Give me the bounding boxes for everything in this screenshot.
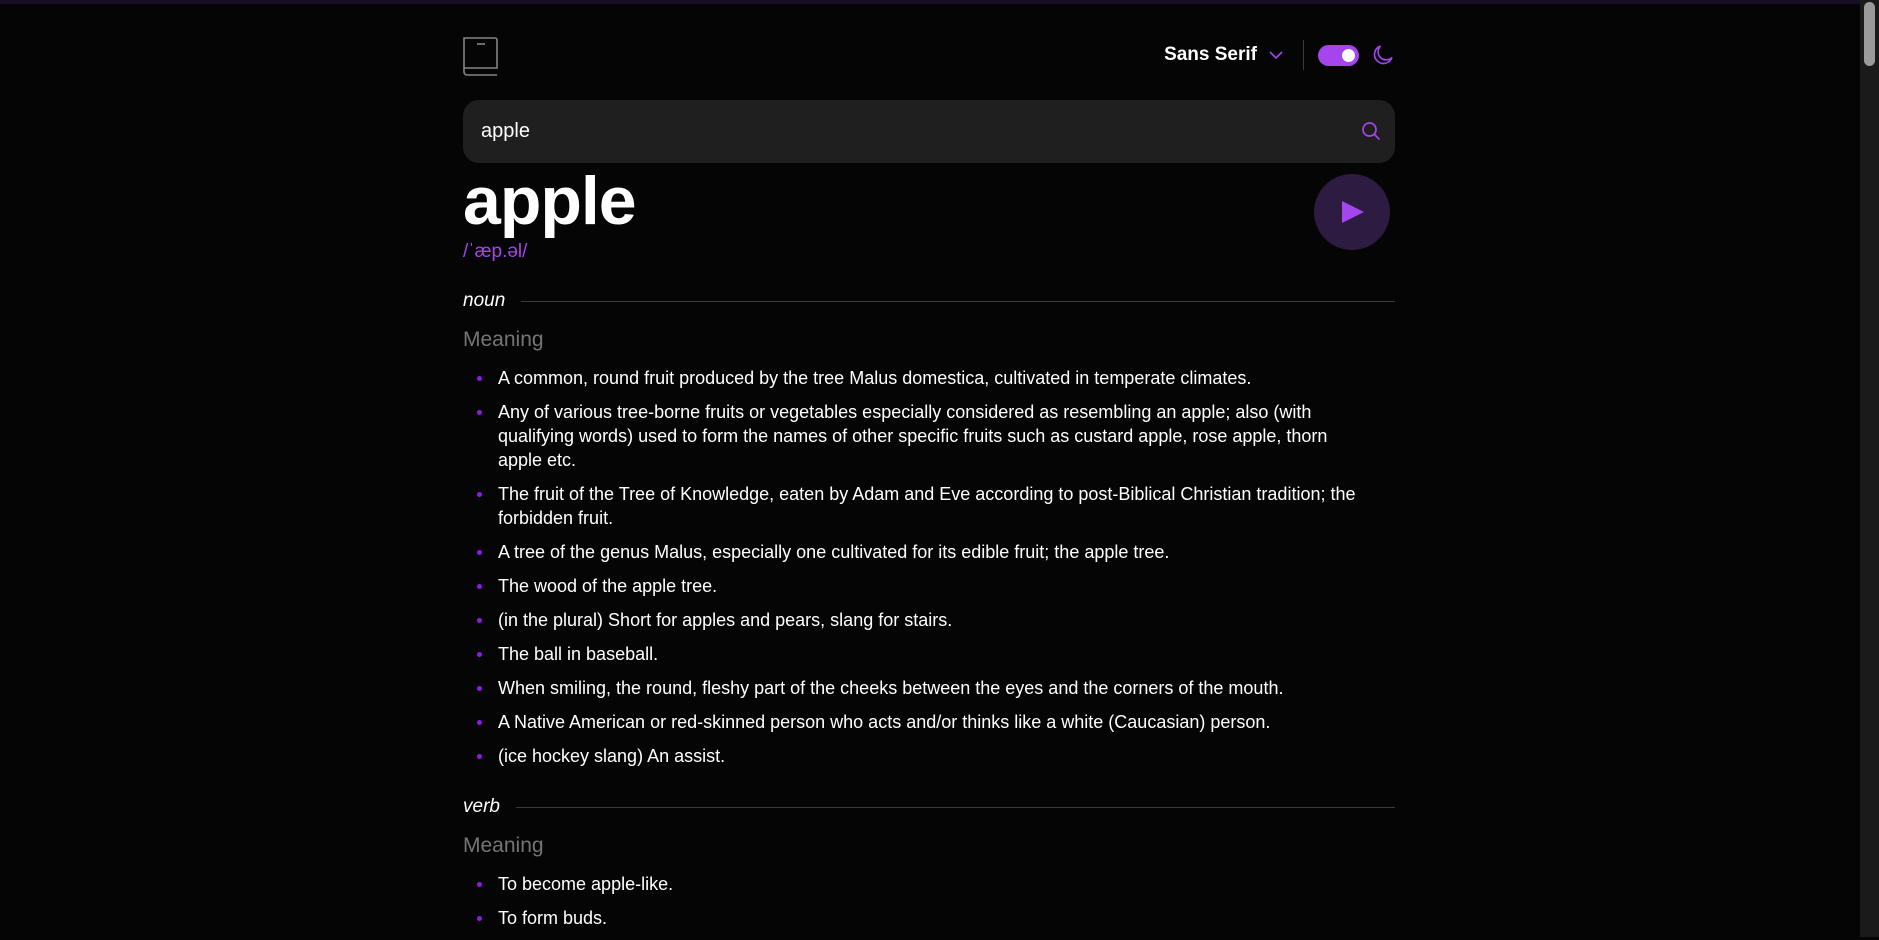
search-input[interactable] (481, 100, 1341, 163)
definition-item: A common, round fruit produced by the tr… (463, 366, 1363, 390)
search-icon[interactable] (1361, 121, 1381, 141)
phonetic: /ˈæp.əl/ (463, 241, 528, 262)
toggle-knob (1342, 48, 1355, 62)
play-icon (1342, 201, 1364, 223)
bullet (477, 882, 482, 887)
definition-item: A tree of the genus Malus, especially on… (463, 540, 1363, 564)
definition-text: The fruit of the Tree of Knowledge, eate… (498, 484, 1356, 528)
meaning-label: Meaning (463, 834, 544, 857)
divider (521, 300, 1395, 302)
definition-text: (ice hockey slang) An assist. (498, 746, 726, 766)
definition-item: A Native American or red-skinned person … (463, 710, 1363, 734)
divider (515, 806, 1395, 808)
definition-list: A common, round fruit produced by the tr… (463, 366, 1395, 778)
definition-text: Any of various tree-borne fruits or vege… (498, 402, 1328, 470)
bullet (477, 550, 482, 555)
headword: apple (463, 163, 637, 239)
dictionary-app: Sans Serif apple /ˈæp.əl/ noun (463, 0, 1395, 928)
vertical-scrollbar[interactable] (1860, 0, 1879, 937)
definition-text: The ball in baseball. (498, 644, 659, 664)
scrollbar-thumb[interactable] (1864, 2, 1875, 66)
bullet (477, 492, 482, 497)
definition-list: To become apple-like. To form buds. (463, 872, 1395, 940)
definition-text: (in the plural) Short for apples and pea… (498, 610, 953, 630)
definition-text: A common, round fruit produced by the tr… (498, 368, 1252, 388)
part-of-speech: noun (463, 290, 506, 311)
bullet (477, 376, 482, 381)
bullet (477, 916, 482, 921)
definition-text: When smiling, the round, fleshy part of … (498, 678, 1284, 698)
definition-item: The ball in baseball. (463, 642, 1363, 666)
definition-text: To form buds. (498, 908, 608, 928)
font-select-label: Sans Serif (1164, 44, 1257, 65)
bullet (477, 584, 482, 589)
definition-item: To become apple-like. (463, 872, 1363, 896)
definition-text: To become apple-like. (498, 874, 674, 894)
header-controls: Sans Serif (1164, 40, 1395, 70)
search-bar (463, 100, 1395, 163)
definition-text: A tree of the genus Malus, especially on… (498, 542, 1170, 562)
part-of-speech-row: verb (463, 795, 1395, 819)
definition-text: The wood of the apple tree. (498, 576, 718, 596)
app-header: Sans Serif (463, 0, 1395, 100)
definition-item: The fruit of the Tree of Knowledge, eate… (463, 482, 1363, 530)
chevron-down-icon (1269, 51, 1283, 59)
bullet (477, 618, 482, 623)
bullet (477, 652, 482, 657)
part-of-speech-row: noun (463, 289, 1395, 313)
play-pronunciation-button[interactable] (1314, 174, 1390, 250)
bullet (477, 686, 482, 691)
part-of-speech: verb (463, 796, 500, 817)
bullet (477, 754, 482, 759)
definition-item: (ice hockey slang) An assist. (463, 744, 1363, 768)
theme-toggle[interactable] (1318, 44, 1359, 66)
definition-item: When smiling, the round, fleshy part of … (463, 676, 1363, 700)
book-icon[interactable] (463, 36, 498, 76)
meaning-label: Meaning (463, 328, 544, 351)
bullet (477, 410, 482, 415)
bullet (477, 720, 482, 725)
moon-icon[interactable] (1371, 43, 1395, 67)
definition-item: To form buds. (463, 906, 1363, 930)
definition-text: A Native American or red-skinned person … (498, 712, 1271, 732)
definition-item: The wood of the apple tree. (463, 574, 1363, 598)
definition-item: Any of various tree-borne fruits or vege… (463, 400, 1363, 472)
definition-item: (in the plural) Short for apples and pea… (463, 608, 1363, 632)
font-family-select[interactable]: Sans Serif (1164, 40, 1304, 70)
